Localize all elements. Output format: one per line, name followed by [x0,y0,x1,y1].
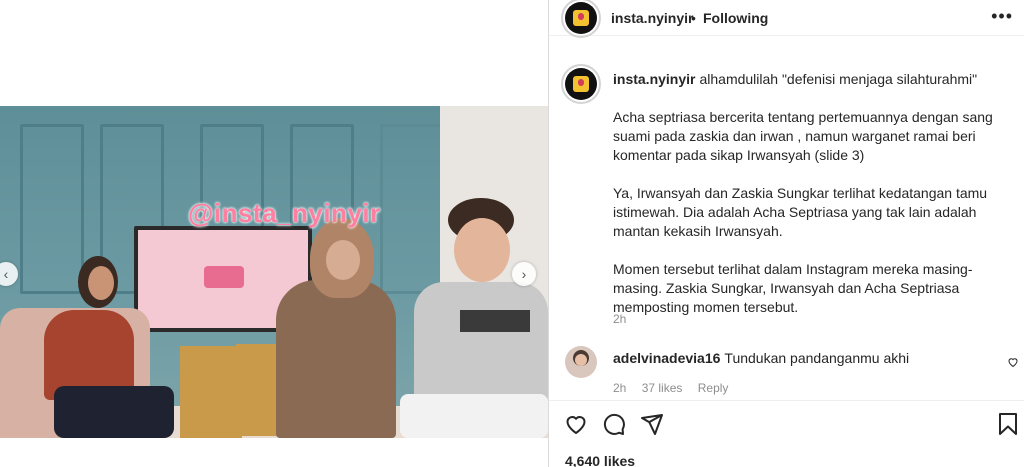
like-button[interactable] [563,411,589,437]
avatar[interactable] [565,2,597,34]
post-sidebar: insta.nyinyir • Following ••• insta.nyin… [548,0,1024,467]
bookmark-icon [999,413,1017,435]
heart-icon [1008,358,1018,368]
separator-dot: • [691,10,696,26]
caption-paragraph: Acha septriasa bercerita tentang pertemu… [613,109,993,163]
person-host-woman [270,218,400,438]
save-button[interactable] [995,411,1021,437]
caption-username[interactable]: insta.nyinyir [613,71,695,87]
chevron-left-icon: ‹ [3,266,9,282]
likes-count[interactable]: 4,640 likes [565,453,635,467]
share-button[interactable] [639,411,665,437]
comment-icon [603,413,625,435]
comment-timestamp[interactable]: 2h [613,381,626,395]
heart-icon [566,416,586,434]
caption-paragraph: Ya, Irwansyah dan Zaskia Sungkar terliha… [613,185,988,239]
post-watermark: @insta_nyinyir [188,198,381,228]
commenter-avatar[interactable] [565,346,597,378]
person-guest [34,256,174,438]
caption-avatar[interactable] [565,68,597,100]
gold-stand [180,346,242,438]
comment: adelvinadevia16 Tundukan pandanganmu akhi [613,350,909,366]
share-icon [641,414,663,435]
person-host-man [400,198,548,438]
post-actions: 4,640 likes [549,400,1024,467]
comment-like-button[interactable] [1007,356,1019,371]
tv-logo [204,266,244,288]
header-username[interactable]: insta.nyinyir [611,10,693,26]
caption-first-line: alhamdulilah "defenisi menjaga silahtura… [699,71,978,87]
post-caption: insta.nyinyir alhamdulilah "defenisi menj… [613,70,1017,336]
caption-timestamp[interactable]: 2h [613,312,626,326]
comment-likes[interactable]: 37 likes [642,381,683,395]
following-button[interactable]: Following [703,10,768,26]
post-photo[interactable]: @insta_nyinyir [0,106,548,438]
caption-paragraph: Momen tersebut terlihat dalam Instagram … [613,261,973,315]
reply-button[interactable]: Reply [698,381,729,395]
chevron-right-icon: › [521,266,527,282]
comment-button[interactable] [601,411,627,437]
comment-username[interactable]: adelvinadevia16 [613,350,720,366]
comment-meta: 2h 37 likes Reply [613,381,740,395]
more-options-icon[interactable]: ••• [991,6,1013,27]
post-media: @insta_nyinyir ‹ › [0,0,548,467]
next-slide-button[interactable]: › [512,262,536,286]
instagram-post-view: @insta_nyinyir ‹ › insta.nyinyir • Follo… [0,0,1024,467]
post-header: insta.nyinyir • Following ••• [549,0,1024,38]
comment-text: Tundukan pandanganmu akhi [724,350,910,366]
